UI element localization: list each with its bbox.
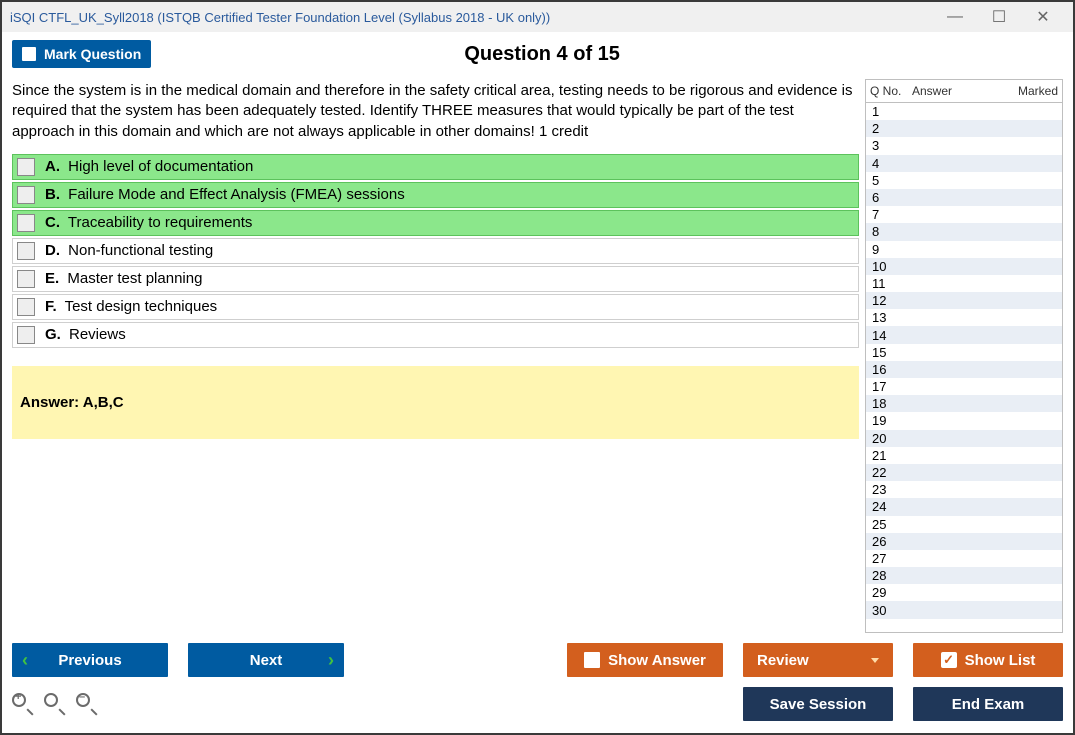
options-list: A. High level of documentation B. Failure… [12, 154, 859, 348]
question-row[interactable]: 17 [866, 378, 1062, 395]
mark-question-label: Mark Question [44, 46, 141, 62]
option-checkbox[interactable] [17, 186, 35, 204]
question-row[interactable]: 2 [866, 120, 1062, 137]
option-checkbox[interactable] [17, 298, 35, 316]
option-D[interactable]: D. Non-functional testing [12, 238, 859, 264]
question-row[interactable]: 26 [866, 533, 1062, 550]
question-row[interactable]: 18 [866, 395, 1062, 412]
main-column: Since the system is in the medical domai… [12, 79, 865, 633]
option-text: C. Traceability to requirements [45, 214, 252, 231]
question-row[interactable]: 1 [866, 103, 1062, 120]
question-row[interactable]: 30 [866, 601, 1062, 618]
show-list-button[interactable]: ✓ Show List [913, 643, 1063, 677]
col-answer: Answer [912, 84, 1006, 98]
question-row[interactable]: 11 [866, 275, 1062, 292]
mark-question-button[interactable]: Mark Question [12, 40, 151, 68]
maximize-button[interactable]: ☐ [977, 3, 1021, 31]
previous-label: Previous [58, 652, 121, 669]
option-text: A. High level of documentation [45, 158, 253, 175]
end-exam-button[interactable]: End Exam [913, 687, 1063, 721]
option-text: E. Master test planning [45, 270, 202, 287]
question-counter-title: Question 4 of 15 [151, 43, 1063, 66]
question-row[interactable]: 16 [866, 361, 1062, 378]
option-checkbox[interactable] [17, 270, 35, 288]
question-row[interactable]: 12 [866, 292, 1062, 309]
option-E[interactable]: E. Master test planning [12, 266, 859, 292]
question-row[interactable]: 8 [866, 223, 1062, 240]
show-answer-button[interactable]: Show Answer [567, 643, 723, 677]
question-row[interactable]: 21 [866, 447, 1062, 464]
question-row[interactable]: 29 [866, 584, 1062, 601]
show-answer-checkbox-icon [584, 652, 600, 668]
question-list-panel: Q No. Answer Marked 12345678910111213141… [865, 79, 1063, 633]
show-list-checkbox-icon: ✓ [941, 652, 957, 668]
question-row[interactable]: 19 [866, 412, 1062, 429]
question-row[interactable]: 28 [866, 567, 1062, 584]
previous-button[interactable]: ‹ Previous [12, 643, 168, 677]
show-answer-label: Show Answer [608, 652, 706, 669]
question-row[interactable]: 15 [866, 344, 1062, 361]
option-checkbox[interactable] [17, 326, 35, 344]
close-button[interactable]: ✕ [1021, 3, 1065, 31]
header: Mark Question Question 4 of 15 [2, 32, 1073, 79]
option-checkbox[interactable] [17, 242, 35, 260]
end-exam-label: End Exam [952, 696, 1025, 713]
question-row[interactable]: 9 [866, 241, 1062, 258]
footer: ‹ Previous Next › Show Answer Review ✓ S… [2, 633, 1073, 733]
option-text: G. Reviews [45, 326, 126, 343]
chevron-left-icon: ‹ [22, 650, 28, 671]
question-list-body[interactable]: 1234567891011121314151617181920212223242… [866, 103, 1062, 632]
question-row[interactable]: 5 [866, 172, 1062, 189]
title-bar: iSQI CTFL_UK_Syll2018 (ISTQB Certified T… [2, 2, 1073, 32]
question-row[interactable]: 14 [866, 326, 1062, 343]
question-list-header: Q No. Answer Marked [866, 80, 1062, 103]
option-checkbox[interactable] [17, 158, 35, 176]
option-text: F. Test design techniques [45, 298, 217, 315]
question-row[interactable]: 13 [866, 309, 1062, 326]
option-G[interactable]: G. Reviews [12, 322, 859, 348]
option-F[interactable]: F. Test design techniques [12, 294, 859, 320]
question-row[interactable]: 20 [866, 430, 1062, 447]
option-text: B. Failure Mode and Effect Analysis (FME… [45, 186, 405, 203]
review-dropdown-button[interactable]: Review [743, 643, 893, 677]
show-list-label: Show List [965, 652, 1036, 669]
option-C[interactable]: C. Traceability to requirements [12, 210, 859, 236]
option-B[interactable]: B. Failure Mode and Effect Analysis (FME… [12, 182, 859, 208]
content-area: Since the system is in the medical domai… [2, 79, 1073, 633]
col-qno: Q No. [870, 84, 912, 98]
question-row[interactable]: 23 [866, 481, 1062, 498]
zoom-controls: + – [12, 693, 98, 715]
question-row[interactable]: 10 [866, 258, 1062, 275]
option-text: D. Non-functional testing [45, 242, 213, 259]
question-row[interactable]: 3 [866, 137, 1062, 154]
save-session-button[interactable]: Save Session [743, 687, 893, 721]
app-window: iSQI CTFL_UK_Syll2018 (ISTQB Certified T… [0, 0, 1075, 735]
next-label: Next [250, 652, 283, 669]
window-title: iSQI CTFL_UK_Syll2018 (ISTQB Certified T… [10, 10, 550, 25]
zoom-in-icon[interactable]: + [12, 693, 34, 715]
question-row[interactable]: 7 [866, 206, 1062, 223]
save-session-label: Save Session [770, 696, 867, 713]
next-button[interactable]: Next › [188, 643, 344, 677]
question-text: Since the system is in the medical domai… [12, 79, 859, 154]
option-checkbox[interactable] [17, 214, 35, 232]
dropdown-triangle-icon [871, 658, 879, 663]
question-row[interactable]: 6 [866, 189, 1062, 206]
mark-checkbox-icon [22, 47, 36, 61]
question-row[interactable]: 24 [866, 498, 1062, 515]
option-A[interactable]: A. High level of documentation [12, 154, 859, 180]
col-marked: Marked [1006, 84, 1058, 98]
question-row[interactable]: 25 [866, 516, 1062, 533]
question-row[interactable]: 4 [866, 155, 1062, 172]
zoom-reset-icon[interactable] [44, 693, 66, 715]
zoom-out-icon[interactable]: – [76, 693, 98, 715]
answer-reveal-box: Answer: A,B,C [12, 366, 859, 439]
minimize-button[interactable]: — [933, 3, 977, 31]
question-row[interactable]: 22 [866, 464, 1062, 481]
review-label: Review [757, 652, 809, 669]
chevron-right-icon: › [328, 650, 334, 671]
question-row[interactable]: 27 [866, 550, 1062, 567]
